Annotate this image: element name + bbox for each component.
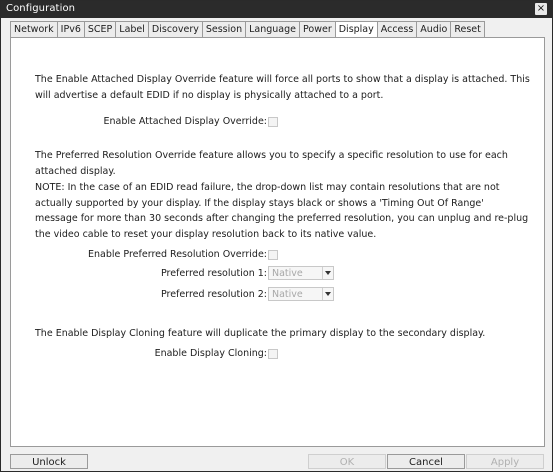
tab-label[interactable]: Label: [115, 21, 148, 38]
preferred-resolution-override-label: Enable Preferred Resolution Override:: [88, 249, 267, 260]
tab-network[interactable]: Network: [10, 21, 57, 38]
ok-button[interactable]: OK: [308, 454, 386, 469]
close-icon[interactable]: ×: [535, 3, 547, 15]
preferred-resolution-1-value: Native: [272, 268, 303, 279]
preferred-resolution-1-label: Preferred resolution 1:: [160, 268, 267, 279]
tab-bar: Network IPv6 SCEP Label Discovery Sessio…: [10, 21, 485, 38]
attached-display-override-label: Enable Attached Display Override:: [103, 116, 267, 127]
window-title: Configuration: [6, 3, 76, 14]
chevron-down-icon[interactable]: [322, 288, 333, 300]
cancel-button[interactable]: Cancel: [387, 454, 465, 469]
edid-note: NOTE: In the case of an EDID read failur…: [35, 182, 529, 240]
tab-access[interactable]: Access: [376, 21, 417, 38]
configuration-window: Configuration × Network IPv6 SCEP Label …: [0, 0, 553, 472]
display-cloning-description: The Enable Display Cloning feature will …: [35, 328, 486, 339]
tab-audio[interactable]: Audio: [416, 21, 451, 38]
tab-scep[interactable]: SCEP: [83, 21, 116, 38]
tab-session[interactable]: Session: [201, 21, 246, 38]
preferred-resolution-1-select[interactable]: Native: [268, 266, 334, 280]
tab-reset[interactable]: Reset: [450, 21, 485, 38]
preferred-resolution-description: The Preferred Resolution Override featur…: [35, 150, 508, 177]
display-cloning-label: Enable Display Cloning:: [154, 348, 267, 359]
tab-ipv6[interactable]: IPv6: [56, 21, 84, 38]
tab-display[interactable]: Display: [334, 21, 377, 38]
tab-power[interactable]: Power: [299, 21, 335, 38]
preferred-resolution-2-value: Native: [272, 289, 303, 300]
display-settings-panel: The Enable Attached Display Override fea…: [10, 37, 545, 447]
preferred-resolution-override-checkbox[interactable]: [268, 250, 278, 260]
chevron-down-icon[interactable]: [322, 267, 333, 279]
attached-display-description: The Enable Attached Display Override fea…: [35, 74, 530, 101]
preferred-resolution-2-label: Preferred resolution 2:: [160, 289, 267, 300]
attached-display-override-checkbox[interactable]: [268, 117, 278, 127]
tab-discovery[interactable]: Discovery: [147, 21, 202, 38]
display-cloning-checkbox[interactable]: [268, 349, 278, 359]
tab-language[interactable]: Language: [245, 21, 299, 38]
unlock-button[interactable]: Unlock: [10, 454, 88, 469]
preferred-resolution-2-select[interactable]: Native: [268, 287, 334, 301]
title-bar: Configuration ×: [1, 1, 552, 18]
apply-button[interactable]: Apply: [466, 454, 544, 469]
